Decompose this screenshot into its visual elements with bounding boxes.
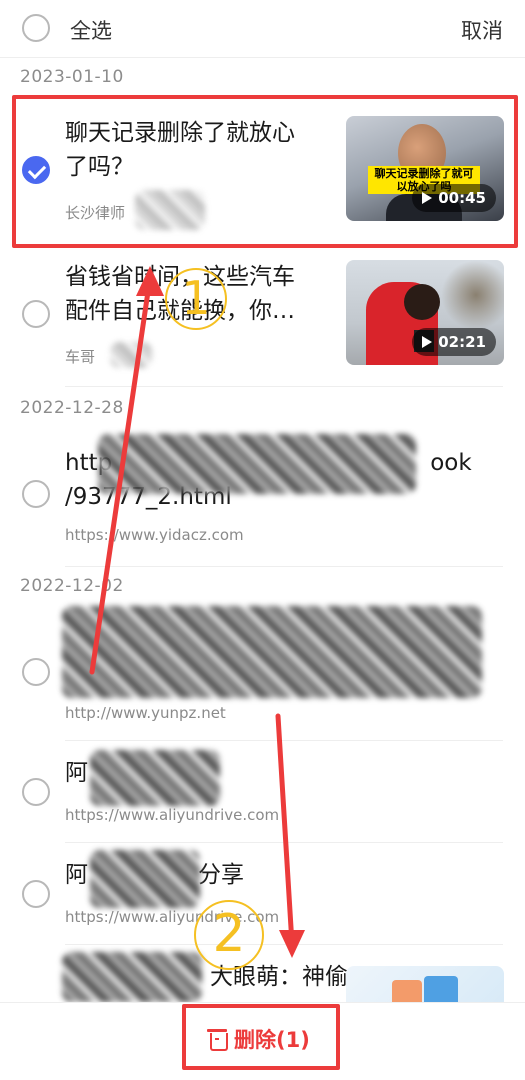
group-date: 2022-12-28 (20, 398, 124, 418)
duration-text: 02:21 (438, 333, 486, 351)
highlight-box-selected-item (12, 95, 518, 248)
title-text: ook (430, 450, 472, 476)
list-item[interactable]: http ook /93777_2.html https://www.yidacz… (0, 428, 525, 568)
item-source: http://www.yunpz.net (65, 704, 226, 722)
cancel-button[interactable]: 取消 (461, 15, 503, 45)
thumbnail-graphic (392, 980, 422, 1002)
thumbnail-graphic (424, 976, 458, 1002)
divider (65, 386, 503, 387)
item-source: https://www.yidacz.com (65, 526, 244, 544)
step-marker-1: 1 (165, 268, 227, 330)
list-item[interactable]: http://www.yunpz.net (0, 604, 525, 742)
title-text: 阿 (65, 862, 88, 888)
redacted-area (62, 606, 482, 698)
list-item[interactable]: 省钱省时间，这些汽车 配件自己就能换，你… 车哥 02:21 (0, 248, 525, 388)
person-head (404, 284, 440, 320)
video-thumbnail: 02:21 (346, 260, 504, 365)
video-duration: 02:21 (412, 328, 496, 356)
redacted-area (98, 434, 416, 494)
highlight-box-delete-button (182, 1004, 340, 1070)
redacted-area (62, 952, 202, 1002)
divider (65, 566, 503, 567)
group-date: 2023-01-10 (20, 67, 124, 87)
link-thumbnail (346, 966, 504, 1002)
item-checkbox[interactable] (22, 658, 50, 686)
selection-header: 全选 取消 (0, 0, 525, 58)
title-text: 分享 (198, 862, 244, 888)
item-title: 阿 (65, 760, 88, 786)
item-checkbox[interactable] (22, 480, 50, 508)
divider (65, 740, 503, 741)
select-all-checkbox[interactable] (22, 14, 50, 42)
redacted-area (90, 750, 220, 806)
play-icon (422, 336, 433, 348)
item-checkbox[interactable] (22, 880, 50, 908)
item-checkbox[interactable] (22, 778, 50, 806)
step-marker-2: 2 (194, 900, 264, 970)
list-item[interactable]: 阿 https://www.aliyundrive.com (0, 742, 525, 844)
list-item[interactable]: 大眼萌：神偷 (0, 946, 525, 1002)
item-source: https://www.aliyundrive.com (65, 806, 280, 824)
divider (65, 944, 503, 945)
divider (65, 842, 503, 843)
item-checkbox[interactable] (22, 300, 50, 328)
group-date: 2022-12-02 (20, 576, 124, 596)
background-image (441, 260, 504, 330)
redacted-area (90, 850, 200, 908)
item-source: 车哥 (65, 348, 96, 366)
select-all-label[interactable]: 全选 (70, 15, 112, 45)
redacted-area (110, 342, 152, 368)
